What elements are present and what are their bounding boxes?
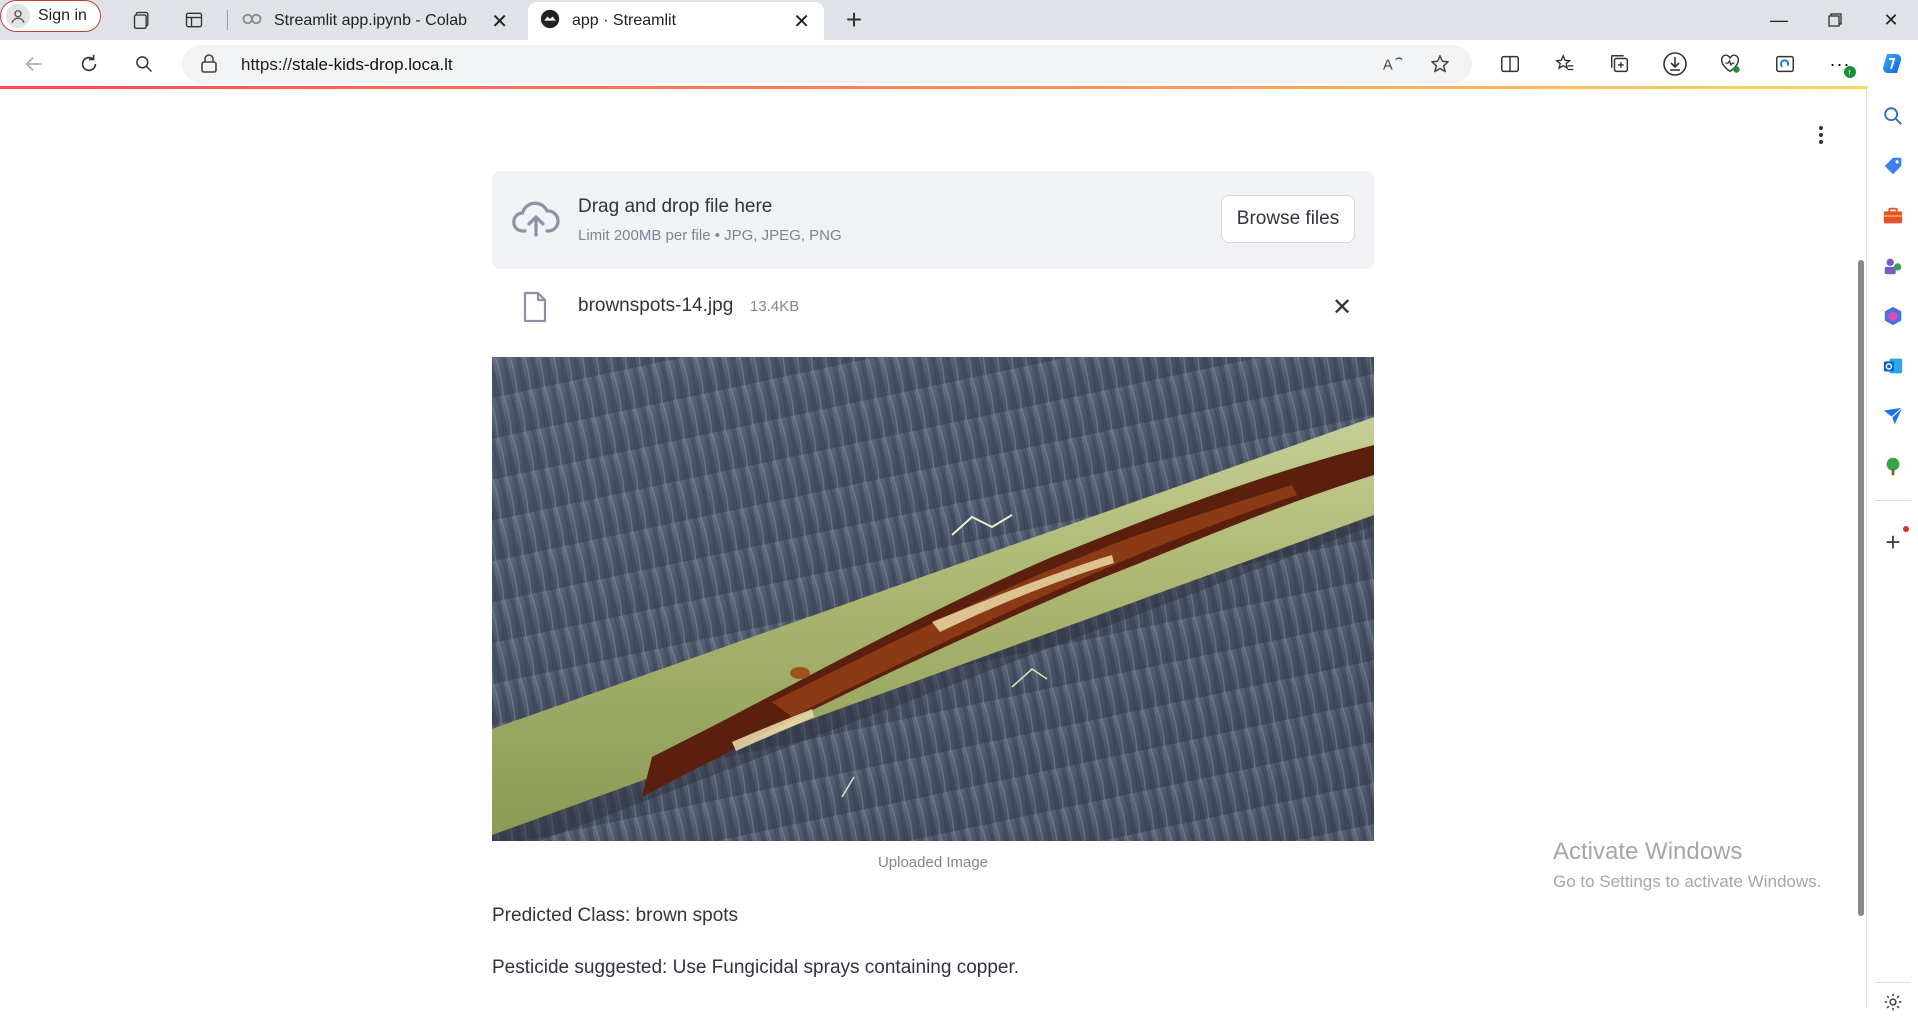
copilot-icon[interactable] bbox=[1876, 48, 1908, 80]
back-icon[interactable] bbox=[18, 48, 50, 80]
browse-files-button[interactable]: Browse files bbox=[1221, 195, 1355, 243]
url-host: stale-kids-drop.loca.lt bbox=[292, 55, 453, 74]
svg-text:A: A bbox=[1383, 57, 1393, 73]
edge-sidebar: + bbox=[1866, 88, 1918, 1011]
new-tab-icon[interactable]: + bbox=[838, 4, 870, 35]
sidebar-search-icon[interactable] bbox=[1879, 102, 1907, 130]
address-bar[interactable]: https://stale-kids-drop.loca.lt A bbox=[182, 45, 1472, 83]
url-scheme: https:// bbox=[241, 55, 293, 74]
browser-essentials-icon[interactable] bbox=[1714, 48, 1746, 80]
restore-icon[interactable] bbox=[1810, 2, 1860, 38]
downloads-icon[interactable] bbox=[1659, 48, 1691, 80]
shopping-tag-icon[interactable] bbox=[1879, 152, 1907, 180]
close-window-icon[interactable]: ✕ bbox=[1866, 2, 1916, 38]
uploaded-image bbox=[492, 357, 1374, 841]
url-text[interactable]: https://stale-kids-drop.loca.lt bbox=[241, 55, 453, 75]
collections-icon[interactable] bbox=[1604, 48, 1636, 80]
remove-file-icon[interactable]: ✕ bbox=[1332, 293, 1352, 322]
read-aloud-icon[interactable]: A bbox=[1377, 48, 1409, 80]
add-sidebar-app-icon[interactable]: + bbox=[1879, 526, 1909, 557]
close-tab-icon[interactable]: ✕ bbox=[793, 9, 810, 34]
file-uploader-dropzone[interactable]: Drag and drop file here Limit 200MB per … bbox=[492, 171, 1374, 269]
windows-activation-watermark: Activate Windows Go to Settings to activ… bbox=[1553, 838, 1821, 892]
update-badge-icon: ↑ bbox=[1844, 66, 1856, 78]
app-menu-icon[interactable] bbox=[1811, 123, 1831, 147]
notification-dot-icon bbox=[1903, 526, 1909, 532]
pesticide-suggestion-text: Pesticide suggested: Use Fungicidal spra… bbox=[492, 957, 1020, 978]
sign-in-button[interactable]: Sign in bbox=[0, 0, 101, 32]
tab-colab[interactable]: Streamlit app.ipynb - Colab ✕ bbox=[232, 2, 522, 40]
page-scrollbar[interactable] bbox=[1858, 260, 1864, 916]
colab-icon bbox=[242, 12, 262, 31]
favorite-star-icon[interactable] bbox=[1424, 48, 1456, 80]
refresh-icon[interactable] bbox=[73, 48, 105, 80]
outlook-icon[interactable] bbox=[1879, 352, 1907, 380]
workspaces-icon[interactable] bbox=[126, 5, 158, 35]
streamlit-icon bbox=[540, 9, 560, 34]
predicted-class-text: Predicted Class: brown spots bbox=[492, 905, 739, 926]
tree-icon[interactable] bbox=[1879, 452, 1907, 480]
search-icon[interactable] bbox=[128, 48, 160, 80]
profile-avatar-icon bbox=[6, 4, 30, 28]
edge-bar-icon[interactable] bbox=[1769, 48, 1801, 80]
sidebar-divider bbox=[1875, 500, 1911, 501]
file-size: 13.4KB bbox=[750, 298, 800, 315]
tab-streamlit[interactable]: app · Streamlit ✕ bbox=[528, 2, 824, 40]
image-caption: Uploaded Image bbox=[877, 854, 989, 871]
browser-tab-bar: Sign in Streamlit app.ipynb - Colab ✕ ap… bbox=[0, 0, 1918, 40]
lock-icon[interactable] bbox=[200, 54, 218, 79]
tools-briefcase-icon[interactable] bbox=[1879, 202, 1907, 230]
uploaded-file-item: brownspots-14.jpg 13.4KB ✕ bbox=[492, 285, 1374, 329]
games-icon[interactable] bbox=[1879, 252, 1907, 280]
file-name: brownspots-14.jpg bbox=[578, 295, 734, 316]
file-icon bbox=[522, 291, 548, 328]
tab-title: Streamlit app.ipynb - Colab bbox=[274, 12, 467, 29]
tab-title: app · Streamlit bbox=[572, 12, 677, 29]
watermark-title: Activate Windows bbox=[1553, 838, 1743, 865]
send-icon[interactable] bbox=[1879, 402, 1907, 430]
vertical-tabs-icon[interactable] bbox=[178, 5, 210, 35]
close-tab-icon[interactable]: ✕ bbox=[491, 9, 508, 34]
split-screen-icon[interactable] bbox=[1494, 48, 1526, 80]
tab-separator bbox=[227, 10, 228, 30]
sidebar-divider bbox=[1875, 982, 1911, 983]
sign-in-label: Sign in bbox=[38, 7, 87, 24]
microsoft-365-icon[interactable] bbox=[1879, 302, 1907, 330]
dropzone-instruction: Drag and drop file here bbox=[578, 196, 773, 217]
watermark-subtitle: Go to Settings to activate Windows. bbox=[1553, 872, 1822, 891]
minimize-icon[interactable]: — bbox=[1754, 2, 1804, 38]
browser-toolbar: https://stale-kids-drop.loca.lt A ··· ↑ bbox=[0, 40, 1918, 88]
sidebar-settings-icon[interactable] bbox=[1879, 988, 1907, 1016]
cloud-upload-icon bbox=[512, 201, 560, 242]
favorites-icon[interactable] bbox=[1549, 48, 1581, 80]
dropzone-limit-text: Limit 200MB per file • JPG, JPEG, PNG bbox=[578, 227, 842, 244]
more-options-icon[interactable]: ··· ↑ bbox=[1824, 48, 1856, 80]
